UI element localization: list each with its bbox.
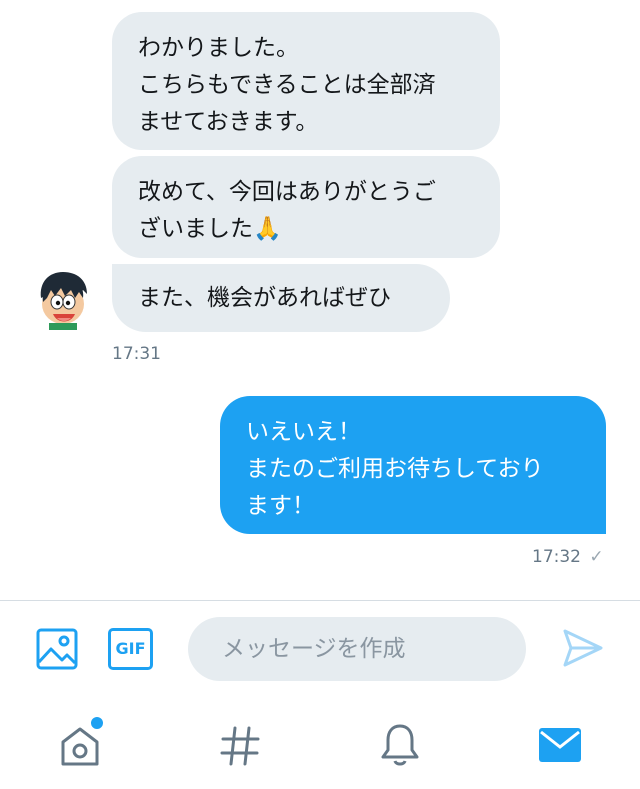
message-input[interactable]: メッセージを作成 bbox=[188, 617, 526, 681]
incoming-message: わかりました。 こちらもできることは全部済 ませておきます。 bbox=[112, 12, 500, 150]
messages-envelope-icon[interactable] bbox=[538, 727, 582, 763]
message-input-placeholder: メッセージを作成 bbox=[222, 636, 406, 662]
gif-label: GIF bbox=[115, 639, 146, 658]
explore-hashtag-icon[interactable] bbox=[218, 724, 262, 768]
gif-icon[interactable]: GIF bbox=[108, 628, 153, 670]
sent-check-icon: ✓ bbox=[589, 547, 604, 567]
composer-divider bbox=[0, 600, 640, 601]
notifications-bell-icon[interactable] bbox=[378, 722, 422, 768]
message-timestamp: 17:31 bbox=[112, 344, 161, 364]
image-icon[interactable] bbox=[36, 628, 78, 670]
outgoing-message: いえいえ！ またのご利用お待ちしており ます！ bbox=[220, 396, 606, 534]
contact-avatar[interactable] bbox=[35, 268, 91, 330]
send-icon[interactable] bbox=[562, 628, 604, 668]
incoming-message: 改めて、今回はありがとうご ざいました🙏 bbox=[112, 156, 500, 258]
message-timestamp: 17:32 ✓ bbox=[532, 547, 604, 567]
notification-dot bbox=[89, 715, 105, 731]
timestamp-text: 17:32 bbox=[532, 547, 581, 567]
incoming-message: また、機会があればぜひ bbox=[112, 264, 450, 332]
